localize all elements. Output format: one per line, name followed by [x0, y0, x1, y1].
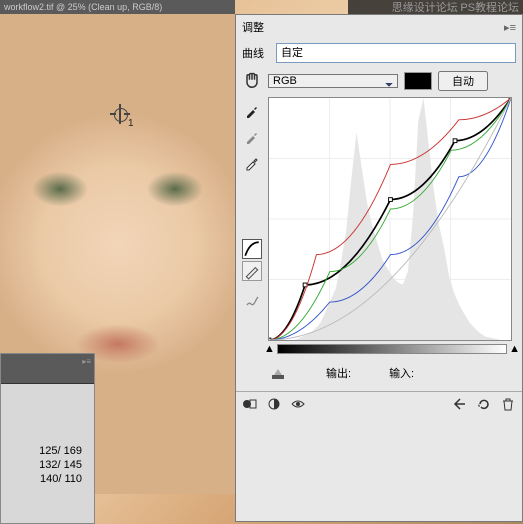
- watermark-left: 思缘设计论坛: [392, 2, 458, 14]
- auto-button[interactable]: 自动: [438, 71, 488, 91]
- trash-icon[interactable]: [500, 396, 516, 412]
- curve-mode-icon[interactable]: [242, 239, 262, 259]
- info-value-row: 125/ 169: [5, 444, 90, 458]
- document-tab[interactable]: workflow2.tif @ 25% (Clean up, RGB/8): [0, 0, 235, 14]
- adjustments-label: 调整: [242, 19, 270, 35]
- adjustment-icon[interactable]: [266, 396, 282, 412]
- input-gradient-strip[interactable]: ▲ ▲: [268, 343, 516, 355]
- curves-adjustments-panel: 调整 ▸≡ 曲线 自定 RGB 自动: [235, 14, 523, 522]
- curves-graph[interactable]: [268, 97, 512, 341]
- layer-mask-icon[interactable]: [242, 396, 258, 412]
- reset-icon[interactable]: [476, 396, 492, 412]
- info-value-row: 140/ 110: [5, 472, 90, 486]
- clip-icon[interactable]: [268, 363, 288, 383]
- info-panel: ▸≡ 125/ 169 132/ 145 140/ 110: [0, 353, 95, 524]
- sampler-index: 1: [128, 118, 134, 129]
- prev-state-icon[interactable]: [452, 396, 468, 412]
- hand-icon[interactable]: [242, 71, 262, 91]
- channel-select[interactable]: RGB: [268, 74, 398, 88]
- output-label: 输出:: [326, 365, 351, 381]
- info-value-row: 132/ 145: [5, 458, 90, 472]
- view-icon[interactable]: [290, 396, 306, 412]
- eyedropper-white-icon[interactable]: [242, 153, 262, 173]
- smooth-icon[interactable]: [242, 291, 262, 311]
- panel-footer: [236, 391, 522, 416]
- color-sampler-1[interactable]: 1: [110, 104, 130, 124]
- eyedropper-black-icon[interactable]: [242, 101, 262, 121]
- eyedropper-gray-icon[interactable]: [242, 127, 262, 147]
- input-label: 输入:: [389, 365, 414, 381]
- panel-menu-icon[interactable]: ▸≡: [82, 357, 91, 366]
- pencil-mode-icon[interactable]: [242, 261, 262, 281]
- channel-color-swatch: [404, 72, 432, 90]
- curves-preset-select[interactable]: 自定: [276, 43, 516, 63]
- info-panel-tabs[interactable]: ▸≡: [1, 354, 94, 384]
- panel-menu-icon[interactable]: ▸≡: [504, 21, 516, 34]
- preset-label: 曲线: [242, 45, 270, 61]
